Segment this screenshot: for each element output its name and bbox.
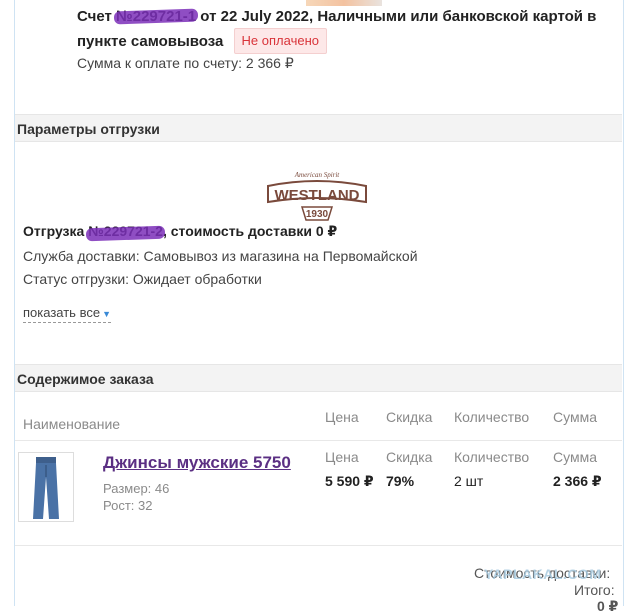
item-discount: 79% [386, 473, 415, 489]
invoice-number: №229721-1 [116, 6, 196, 28]
invoice-sum: Сумма к оплате по счету: 2 366 ₽ [77, 55, 294, 71]
item-discount-label: Скидка [386, 449, 433, 465]
shipment-number: №229721-2 [88, 223, 163, 239]
shipment-status: Статус отгрузки: Ожидает обработки [23, 271, 262, 287]
item-quantity-label: Количество [454, 449, 530, 465]
item-sum: 2 366 ₽ [553, 473, 602, 489]
svg-text:WESTLAND: WESTLAND [275, 187, 360, 204]
item-price: 5 590 ₽ [325, 473, 374, 489]
row-divider [15, 545, 622, 546]
invoice-prefix: Счет [77, 8, 117, 25]
shipment-title: Отгрузка №229721-2, стоимость доставки 0… [23, 223, 337, 240]
order-section-header: Содержимое заказа [15, 364, 622, 392]
order-panel [14, 0, 624, 606]
product-height: Рост: 32 [103, 498, 153, 513]
item-price-label: Цена [325, 449, 359, 465]
product-link[interactable]: Джинсы мужские 5750 [103, 453, 291, 473]
show-all-label: показать все [23, 305, 101, 320]
item-sum-label: Сумма [553, 449, 597, 465]
delivery-service: Служба доставки: Самовывоз из магазина н… [23, 248, 418, 264]
column-discount: Скидка [386, 409, 433, 425]
watermark: YAPLAKAL.COM [484, 566, 602, 582]
status-badge: Не оплачено [233, 28, 327, 54]
svg-text:1930: 1930 [306, 209, 329, 220]
chevron-down-icon: ▼ [102, 309, 111, 319]
invoice-title: Счет №229721-1 от 22 July 2022, Наличным… [77, 6, 597, 54]
show-all-link[interactable]: показать все ▼ [23, 305, 111, 323]
westland-logo: American Spirit WESTLAND 1930 [267, 171, 367, 221]
total-value: 0 ₽ [597, 598, 619, 614]
shipment-suffix: , стоимость доставки 0 ₽ [162, 223, 338, 239]
item-quantity: 2 шт [454, 473, 484, 489]
row-divider [15, 440, 622, 441]
column-price: Цена [325, 409, 359, 425]
shipment-section-header: Параметры отгрузки [15, 114, 622, 142]
shipment-prefix: Отгрузка [23, 223, 89, 239]
svg-text:American Spirit: American Spirit [294, 171, 341, 179]
product-size: Размер: 46 [103, 481, 170, 496]
column-quantity: Количество [454, 409, 530, 425]
column-name: Наименование [23, 416, 121, 432]
column-sum: Сумма [553, 409, 597, 425]
product-thumbnail[interactable] [18, 452, 74, 522]
total-label: Итого: [574, 582, 615, 598]
jeans-image [33, 457, 59, 519]
